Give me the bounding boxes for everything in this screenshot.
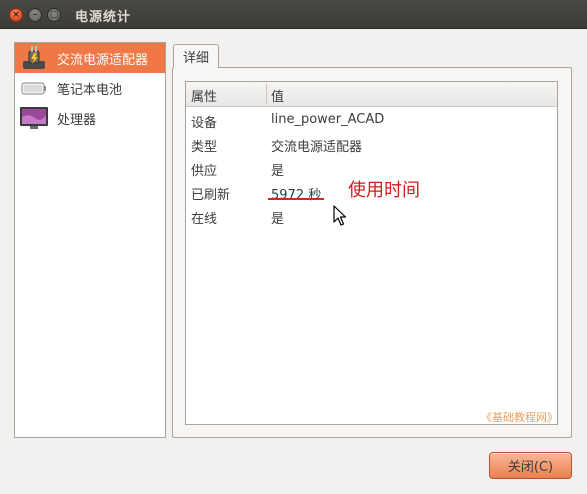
property-cell: 在线: [191, 212, 218, 227]
details-table: 属性 值 设备 line_power_ACAD 类型 交流电源适配器 供应 是 …: [185, 81, 558, 425]
sidebar-item-label: 笔记本电池: [57, 82, 123, 98]
tab-details[interactable]: 详细: [173, 44, 219, 68]
annotation-underline: [268, 198, 324, 200]
value-cell: 是: [271, 164, 285, 179]
sidebar-item-battery[interactable]: 笔记本电池: [15, 73, 165, 103]
sidebar-item-ac-adapter[interactable]: 交流电源适配器: [15, 43, 165, 73]
column-header-property[interactable]: 属性: [191, 86, 217, 105]
property-cell: 设备: [191, 116, 218, 131]
value-cell: 是: [271, 212, 285, 227]
sidebar-item-label: 处理器: [57, 112, 97, 128]
table-header: 属性 值: [186, 82, 557, 107]
property-cell: 供应: [191, 164, 218, 179]
table-row[interactable]: 设备 line_power_ACAD: [186, 109, 557, 133]
close-icon: ×: [12, 9, 20, 20]
table-row[interactable]: 在线 是: [186, 205, 557, 229]
processor-icon: [19, 105, 49, 131]
sidebar-item-processor[interactable]: 处理器: [15, 103, 165, 133]
maximize-icon: ▢: [49, 9, 59, 20]
minimize-icon: –: [32, 9, 38, 20]
device-list: 交流电源适配器 笔记本电池 处理器: [14, 42, 166, 438]
window-close-button[interactable]: ×: [9, 8, 23, 22]
sidebar-item-label: 交流电源适配器: [57, 52, 149, 68]
watermark: 《基础教程网》: [481, 411, 558, 424]
property-cell: 类型: [191, 140, 218, 155]
power-plug-icon: [19, 45, 49, 71]
column-header-value[interactable]: 值: [271, 86, 284, 105]
value-cell: 5972 秒: [271, 188, 322, 203]
title-bar: × – ▢ 电源统计: [0, 0, 587, 29]
battery-icon: [19, 75, 49, 101]
table-row[interactable]: 类型 交流电源适配器: [186, 133, 557, 157]
window-maximize-button[interactable]: ▢: [47, 8, 61, 22]
property-cell: 已刷新: [191, 188, 231, 203]
close-button[interactable]: 关闭(C): [489, 452, 572, 479]
annotation-label: 使用时间: [348, 180, 420, 201]
tab-label: 详细: [182, 51, 209, 66]
window-minimize-button[interactable]: –: [28, 8, 42, 22]
value-cell: line_power_ACAD: [271, 112, 385, 127]
column-divider[interactable]: [266, 84, 267, 104]
value-cell: 交流电源适配器: [271, 140, 363, 155]
window-title: 电源统计: [75, 10, 132, 25]
mouse-cursor-icon: [333, 205, 347, 231]
close-button-label: 关闭(C): [507, 460, 554, 475]
